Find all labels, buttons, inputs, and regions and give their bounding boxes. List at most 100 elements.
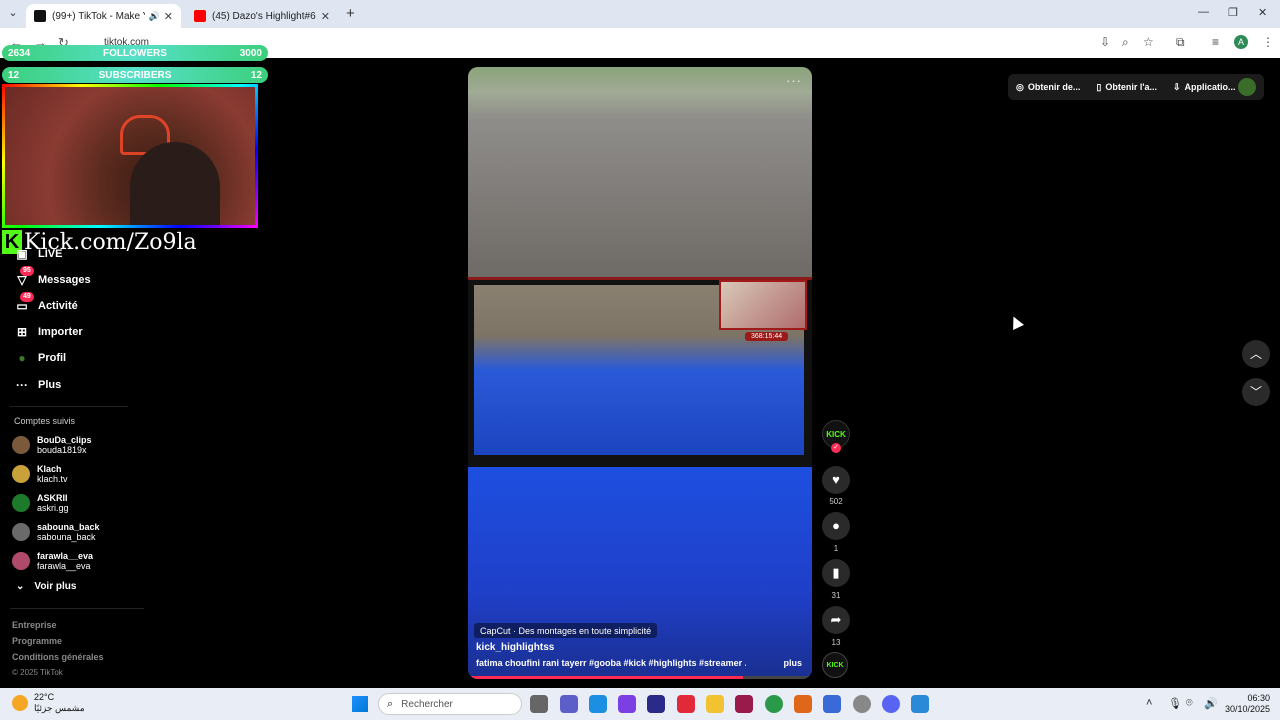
windows-start-icon[interactable] — [352, 696, 368, 712]
zoom-icon[interactable]: ⌕ — [1122, 35, 1129, 50]
install-icon[interactable]: ⇩ — [1100, 35, 1110, 49]
user-avatar[interactable] — [1238, 78, 1256, 96]
footer-link-terms[interactable]: Conditions générales — [12, 652, 104, 662]
bookmark-icon: ▮ — [832, 565, 840, 580]
embedded-stream: 368:15:44 — [468, 277, 812, 467]
network-icon[interactable]: ⌾ — [1186, 697, 1193, 710]
see-more-button[interactable]: ⌄ Voir plus — [16, 581, 76, 592]
next-video-button[interactable]: ﹀ — [1242, 378, 1270, 406]
heart-icon: ♥ — [832, 472, 840, 487]
divider — [10, 608, 144, 609]
app-icon[interactable] — [735, 695, 753, 713]
phone-icon: ▯ — [1096, 81, 1102, 92]
file-explorer-icon[interactable] — [706, 695, 724, 713]
minimize-icon[interactable]: — — [1198, 6, 1209, 18]
edge-icon[interactable] — [589, 695, 607, 713]
bookmark-star-icon[interactable]: ☆ — [1143, 35, 1154, 49]
previous-video-button[interactable]: ︿ — [1242, 340, 1270, 368]
app-icon[interactable] — [647, 695, 665, 713]
chevron-up-icon: ︿ — [1249, 347, 1262, 361]
video-progress-bar[interactable] — [468, 676, 812, 679]
get-app-button[interactable]: ▯ Obtenir l'a... — [1088, 82, 1165, 93]
teams-icon[interactable] — [560, 695, 578, 713]
windows-taskbar: 22°C مشمس جزئيًا ⌕ Rechercher ˄ 🎙 ⌾ 🔊 06:… — [0, 688, 1280, 720]
search-icon: ⌕ — [387, 697, 394, 710]
video-player[interactable]: 368:15:44 ··· CapCut · Des montages en t… — [468, 67, 812, 679]
share-button[interactable]: ➦ — [822, 606, 850, 634]
followed-account[interactable]: Klach klach.tv — [12, 461, 68, 487]
browser-menu-icon[interactable]: ⋮ — [1262, 35, 1274, 49]
follow-check-icon[interactable]: ✓ — [831, 443, 841, 453]
app-icon[interactable] — [911, 695, 929, 713]
video-description: fatima choufini rani tayerr #gooba #kick… — [476, 658, 746, 668]
weather-condition: مشمس جزئيًا — [34, 703, 85, 713]
chrome-icon[interactable] — [765, 695, 783, 713]
nav-activity[interactable]: ▭ 49 Activité — [14, 292, 78, 316]
followed-account[interactable]: ASKRII askri.gg — [12, 490, 69, 516]
tab-tiktok[interactable]: (99+) TikTok - Make Your Day 🔊 ✕ — [26, 4, 181, 28]
desktop-app-button[interactable]: ⇩ Applicatio... — [1165, 82, 1244, 93]
restore-icon[interactable]: ❐ — [1228, 6, 1238, 19]
tab-search-chevron-icon[interactable]: ⌄ — [4, 6, 22, 22]
store-icon[interactable] — [823, 695, 841, 713]
webcam-feed — [5, 87, 255, 225]
footer-link-program[interactable]: Programme — [12, 636, 62, 646]
tab-title: (45) Dazo's Highlight#6 | Vagos — [212, 10, 317, 22]
chevron-down-icon: ⌄ — [16, 581, 25, 592]
volume-icon[interactable]: 🔊 — [1204, 697, 1218, 710]
stream-pip — [719, 280, 807, 330]
speaker-icon[interactable]: 🔊 — [149, 11, 160, 22]
new-tab-icon[interactable]: + — [346, 5, 355, 22]
app-icon[interactable] — [794, 695, 812, 713]
footer-link-business[interactable]: Entreprise — [12, 620, 57, 630]
avatar — [12, 465, 30, 483]
nav-messages[interactable]: ▽ 95 Messages — [14, 266, 91, 290]
tray-chevron-up-icon[interactable]: ˄ — [1146, 697, 1152, 709]
account-handle: bouda1819x — [37, 445, 87, 455]
top-right-actions: ◎ Obtenir de... ▯ Obtenir l'a... ⇩ Applicat… — [1008, 74, 1264, 100]
live-icon: ▣ — [16, 247, 28, 261]
video-more-icon[interactable]: ··· — [786, 73, 802, 88]
nav-upload[interactable]: ⊞ Importer — [14, 322, 83, 342]
close-tab-icon[interactable]: ✕ — [164, 10, 173, 23]
messages-icon: ▽ 95 — [14, 266, 34, 288]
app-icon[interactable] — [618, 695, 636, 713]
media-control-icon[interactable]: ≡ — [1212, 35, 1219, 49]
get-coins-label: Obtenir de... — [1027, 82, 1081, 92]
discord-icon[interactable] — [882, 695, 900, 713]
nav-profile[interactable]: ● Profil — [14, 348, 66, 368]
download-icon: ⇩ — [1172, 81, 1181, 92]
comment-button[interactable]: ● — [822, 512, 850, 540]
video-author[interactable]: kick_highlightss — [476, 642, 554, 653]
system-clock[interactable]: 06:30 30/10/2025 — [1224, 693, 1270, 715]
chevron-down-icon: ﹀ — [1249, 385, 1262, 399]
share-count: 13 — [831, 638, 841, 647]
nav-more[interactable]: ··· Plus — [14, 375, 61, 395]
followed-account[interactable]: sabouna_back sabouna_back — [12, 519, 100, 545]
profile-avatar[interactable]: A — [1234, 35, 1248, 49]
tab-youtube[interactable]: (45) Dazo's Highlight#6 | Vagos ✕ — [186, 4, 338, 28]
video-top-area — [468, 67, 812, 277]
followed-account[interactable]: farawla__eva farawla__eva — [12, 548, 93, 574]
music-disc[interactable]: KICK — [822, 652, 848, 678]
tab-title: (99+) TikTok - Make Your Day — [52, 10, 145, 22]
task-view-icon[interactable] — [530, 695, 548, 713]
nav-live[interactable]: ▣ LIVE — [14, 244, 62, 264]
like-button[interactable]: ♥ — [822, 466, 850, 494]
microphone-icon[interactable]: 🎙 — [1168, 697, 1182, 710]
weather-widget[interactable]: 22°C مشمس جزئيًا — [12, 692, 85, 714]
app-icon[interactable] — [853, 695, 871, 713]
embedded-controls — [468, 455, 812, 467]
save-button[interactable]: ▮ — [822, 559, 850, 587]
get-coins-button[interactable]: ◎ Obtenir de... — [1008, 82, 1088, 93]
app-icon[interactable] — [677, 695, 695, 713]
capcut-tag[interactable]: CapCut · Des montages en toute simplicit… — [474, 623, 658, 638]
taskbar-search[interactable]: ⌕ Rechercher — [378, 693, 522, 715]
close-tab-icon[interactable]: ✕ — [321, 10, 330, 23]
avatar — [12, 436, 30, 454]
close-window-icon[interactable]: ✕ — [1258, 6, 1267, 19]
nav-label: Messages — [38, 274, 91, 286]
more-link[interactable]: plus — [783, 658, 802, 668]
followed-account[interactable]: BouDa_clips bouda1819x — [12, 432, 92, 458]
extensions-icon[interactable]: ⧉ — [1176, 35, 1185, 50]
